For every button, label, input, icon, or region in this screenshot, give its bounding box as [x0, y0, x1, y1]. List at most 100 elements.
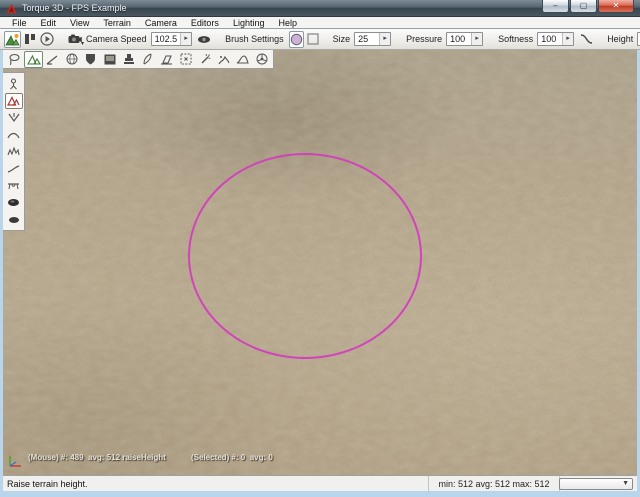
menu-edit[interactable]: Edit — [34, 18, 64, 28]
stamp-icon — [123, 53, 135, 65]
paint-noise-icon — [7, 147, 20, 156]
panels-button[interactable] — [23, 31, 37, 48]
terrain-editor-toolbar — [3, 50, 274, 69]
lower-height-icon — [8, 112, 20, 123]
smooth-tool-button[interactable] — [5, 127, 23, 143]
set-height-icon — [7, 198, 20, 207]
menu-view[interactable]: View — [63, 18, 96, 28]
camera-speed-spin-button[interactable]: ▸ — [180, 33, 191, 45]
terrain-stats: min: 512 avg: 512 max: 512 — [428, 476, 560, 492]
paint-tool-button[interactable] — [81, 51, 100, 68]
size-spin-button[interactable]: ▸ — [379, 33, 390, 45]
square-brush-button[interactable] — [306, 31, 320, 48]
dune-icon — [236, 54, 249, 64]
paint-noise-tool-button[interactable] — [5, 144, 23, 160]
softness-input[interactable]: 100 ▸ — [537, 32, 574, 46]
minimize-button[interactable]: – — [542, 0, 569, 13]
shield-paint-icon — [85, 53, 96, 65]
pressure-label: Pressure — [406, 34, 442, 44]
play-game-button[interactable] — [39, 31, 55, 48]
window-title: Torque 3D - FPS Example — [22, 3, 127, 13]
camera-speed-input[interactable]: 102.5 ▸ — [151, 32, 193, 46]
terrain-viewport[interactable]: (Mouse) #: 489 avg: 512 raiseHeight (Sel… — [3, 50, 637, 475]
status-dropdown[interactable]: ▼ — [559, 478, 633, 490]
splatter-icon — [217, 54, 230, 65]
circle-brush-icon — [290, 33, 303, 46]
stamp-tool-button[interactable] — [119, 51, 138, 68]
menu-lighting[interactable]: Lighting — [226, 18, 272, 28]
chevron-down-icon: ▼ — [622, 480, 629, 487]
viewport-hud: (Mouse) #: 489 avg: 512 raiseHeight (Sel… — [3, 453, 637, 465]
brush-outline-circle — [188, 153, 422, 359]
menu-camera[interactable]: Camera — [138, 18, 184, 28]
texture-stamp-icon — [104, 54, 116, 65]
pressure-input[interactable]: 100 ▸ — [446, 32, 483, 46]
sphere-tool-button[interactable] — [62, 51, 81, 68]
wheel-tool-button[interactable] — [252, 51, 271, 68]
grab-terrain-icon — [8, 78, 19, 90]
maximize-button[interactable]: ▢ — [570, 0, 597, 13]
clear-terrain-tool-button[interactable] — [5, 212, 23, 228]
marquee-select-tool-button[interactable] — [176, 51, 195, 68]
dune-tool-button[interactable] — [233, 51, 252, 68]
visibility-eye-icon — [197, 35, 211, 44]
magic-wand-tool-button[interactable] — [195, 51, 214, 68]
softness-falloff-curve-icon — [579, 33, 593, 45]
menu-terrain[interactable]: Terrain — [96, 18, 138, 28]
size-value[interactable]: 25 — [355, 34, 379, 44]
softness-value[interactable]: 100 — [538, 34, 562, 44]
flatten-tool-button[interactable] — [5, 178, 23, 194]
terrain-brush-icon — [27, 54, 41, 65]
play-icon — [40, 32, 54, 46]
texture-stamp-tool-button[interactable] — [100, 51, 119, 68]
camera-dropdown-arrow-icon: ▾ — [81, 40, 84, 47]
height-label: Height — [607, 34, 633, 44]
menu-file[interactable]: File — [5, 18, 34, 28]
set-height-tool-button[interactable] — [5, 195, 23, 211]
hud-selected-info: (Selected) #: 0 avg: 0 — [191, 453, 273, 462]
camera-speed-value[interactable]: 102.5 — [152, 34, 181, 44]
status-bar: Raise terrain height. min: 512 avg: 512 … — [3, 475, 637, 491]
pressure-spin-button[interactable]: ▸ — [471, 33, 482, 45]
menu-help[interactable]: Help — [271, 18, 304, 28]
steering-wheel-icon — [256, 53, 268, 65]
slope-tool-button[interactable] — [43, 51, 62, 68]
magic-wand-icon — [199, 53, 211, 65]
marquee-select-icon — [180, 53, 192, 65]
hud-mouse-info: (Mouse) #: 489 avg: 512 raiseHeight — [28, 453, 166, 462]
visibility-button[interactable] — [196, 31, 212, 48]
terrain-brush-tool-button[interactable] — [24, 51, 43, 68]
panels-icon — [24, 33, 36, 45]
raise-height-tool-button[interactable] — [5, 93, 23, 109]
lasso-icon — [8, 53, 21, 65]
circle-brush-button[interactable] — [289, 31, 304, 48]
sphere-icon — [66, 53, 78, 65]
grab-terrain-tool-button[interactable] — [5, 76, 23, 92]
title-bar[interactable]: Torque 3D - FPS Example – ▢ ✕ — [0, 0, 640, 17]
feather-icon — [142, 53, 153, 65]
main-toolbar: ▾ Camera Speed 102.5 ▸ Brush Settings Si… — [0, 29, 640, 50]
terrain-editor-button[interactable] — [4, 31, 21, 48]
size-input[interactable]: 25 ▸ — [354, 32, 391, 46]
slope-icon — [46, 54, 59, 65]
flatten-icon — [7, 181, 20, 190]
lasso-tool-button[interactable] — [5, 51, 24, 68]
softness-spin-button[interactable]: ▸ — [562, 33, 573, 45]
smooth-icon — [7, 131, 20, 139]
pressure-value[interactable]: 100 — [447, 34, 471, 44]
softness-curve-button[interactable] — [578, 31, 594, 48]
camera-icon — [68, 34, 82, 44]
smooth-slope-tool-button[interactable] — [5, 161, 23, 177]
menu-editors[interactable]: Editors — [184, 18, 226, 28]
eraser-tool-button[interactable] — [157, 51, 176, 68]
torque-logo-icon — [6, 3, 17, 14]
feather-tool-button[interactable] — [138, 51, 157, 68]
axis-gizmo-icon — [6, 452, 24, 470]
lower-height-tool-button[interactable] — [5, 110, 23, 126]
softness-label: Softness — [498, 34, 533, 44]
close-button[interactable]: ✕ — [598, 0, 634, 13]
terrain-tool-palette — [3, 72, 25, 231]
splatter-tool-button[interactable] — [214, 51, 233, 68]
clear-terrain-icon — [8, 216, 20, 224]
status-message: Raise terrain height. — [7, 479, 88, 489]
